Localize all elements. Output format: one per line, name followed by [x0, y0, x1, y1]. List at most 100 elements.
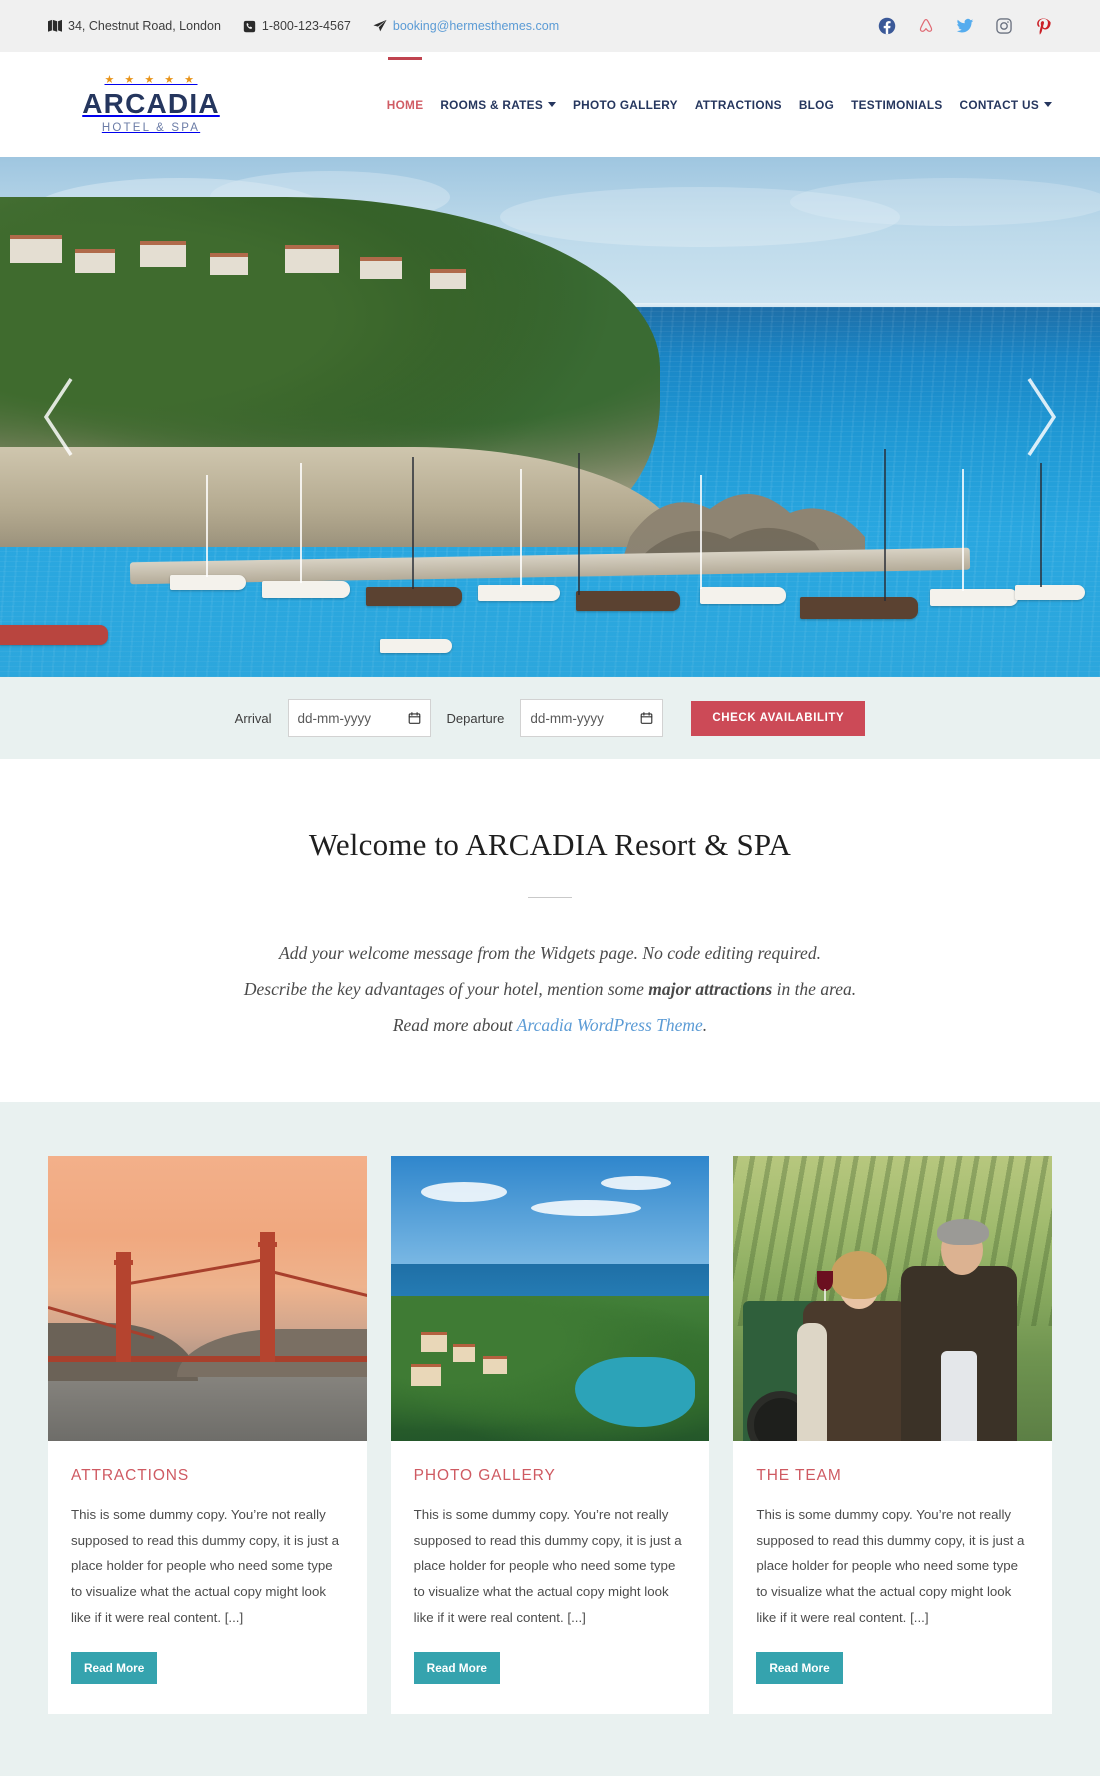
pinterest-icon[interactable] [1034, 17, 1052, 35]
nav-item-blog[interactable]: BLOG [799, 98, 834, 112]
arrival-label: Arrival [234, 710, 272, 726]
email-link[interactable]: booking@hermesthemes.com [393, 19, 559, 33]
social-links [878, 17, 1052, 35]
departure-date-input[interactable]: dd-mm-yyyy [520, 699, 664, 737]
nav-item-testimonials[interactable]: TESTIMONIALS [851, 98, 942, 112]
hero-boat [478, 585, 560, 601]
bridge-cable [117, 1257, 266, 1287]
departure-label: Departure [446, 710, 505, 726]
hero-mast [520, 469, 522, 587]
feature-card-the-team[interactable]: THE TEAM This is some dummy copy. You’re… [733, 1155, 1053, 1715]
card-title-attractions: ATTRACTIONS [71, 1466, 190, 1484]
welcome-line-3: Read more about Arcadia WordPress Theme. [0, 1008, 1100, 1044]
hero-boat [0, 625, 108, 645]
woman-hair [831, 1250, 888, 1299]
hero-boat [262, 581, 350, 598]
theme-link[interactable]: Arcadia WordPress Theme [517, 1015, 703, 1035]
card-image-the-team[interactable] [733, 1155, 1053, 1441]
hero-mast [962, 469, 964, 591]
hero-mast [578, 453, 580, 595]
wine-glass [817, 1270, 834, 1291]
send-icon [373, 19, 387, 33]
card-text-photo-gallery: This is some dummy copy. You’re not real… [413, 1506, 682, 1626]
instagram-icon[interactable] [995, 17, 1013, 35]
map-icon [48, 19, 62, 33]
welcome-line-3-suffix: . [702, 1014, 708, 1035]
coast-house [420, 1331, 447, 1352]
welcome-line-2-prefix: Describe the key advantages of your hote… [243, 978, 649, 999]
feature-card-attractions[interactable]: ATTRACTIONS This is some dummy copy. You… [48, 1155, 367, 1715]
card-body-photo-gallery: PHOTO GALLERY This is some dummy copy. Y… [391, 1441, 710, 1715]
man-shirt [941, 1350, 978, 1441]
woman-sleeve [797, 1322, 828, 1441]
read-more-button-photo-gallery[interactable]: Read More [413, 1652, 500, 1685]
calendar-icon[interactable] [408, 711, 421, 725]
logo-tagline: HOTEL & SPA [101, 122, 201, 135]
read-more-button-the-team[interactable]: Read More [756, 1652, 843, 1685]
twitter-icon[interactable] [956, 17, 974, 35]
airbnb-icon[interactable] [917, 17, 935, 35]
welcome-section: Welcome to ARCADIA Resort & SPA Add your… [0, 759, 1100, 1102]
person-man [901, 1201, 1021, 1441]
nav-label-photo-gallery: PHOTO GALLERY [573, 97, 678, 112]
bridge-cable [262, 1267, 367, 1303]
main-navigation: HOME ROOMS & RATES PHOTO GALLERY ATTRACT… [386, 56, 1052, 112]
person-woman [797, 1236, 917, 1441]
bridge-tower [260, 1231, 275, 1362]
hero-boat [576, 591, 680, 611]
wine-glass-stem [824, 1288, 827, 1301]
coast-cloud [420, 1181, 507, 1202]
nav-label-rooms-and-rates: ROOMS & RATES [440, 97, 544, 112]
hero-mast [206, 475, 208, 577]
card-image-photo-gallery[interactable] [390, 1155, 710, 1441]
facebook-icon[interactable] [878, 17, 896, 35]
hero-mast [412, 457, 414, 589]
card-image-attractions[interactable] [48, 1155, 367, 1441]
calendar-icon[interactable] [640, 711, 653, 725]
card-text-the-team: This is some dummy copy. You’re not real… [756, 1506, 1025, 1626]
hero-boat [700, 587, 786, 604]
hero-building [10, 235, 62, 263]
phone-icon [243, 20, 256, 33]
hero-prev-arrow[interactable] [38, 373, 84, 461]
hero-building [430, 269, 466, 289]
feature-cards: ATTRACTIONS This is some dummy copy. You… [0, 1155, 1100, 1715]
hero-building [285, 245, 339, 273]
hero-boat [800, 597, 918, 619]
nav-label-home: HOME [386, 97, 424, 112]
nav-item-rooms-and-rates[interactable]: ROOMS & RATES [440, 97, 557, 112]
nav-item-attractions[interactable]: ATTRACTIONS [695, 98, 782, 112]
bridge-tower [258, 1241, 277, 1247]
hero-slider[interactable] [0, 157, 1100, 677]
coast-house [482, 1355, 507, 1374]
site-logo[interactable]: ★ ★ ★ ★ ★ ARCADIA HOTEL & SPA [48, 73, 248, 135]
nav-item-home[interactable]: HOME [386, 56, 424, 112]
hero-next-arrow[interactable] [1016, 373, 1062, 461]
hero-boat [930, 589, 1018, 606]
read-more-button-attractions[interactable]: Read More [71, 1652, 158, 1685]
site-header: ★ ★ ★ ★ ★ ARCADIA HOTEL & SPA HOME ROOMS… [0, 52, 1100, 157]
hero-building [360, 257, 402, 279]
hero-boat [1015, 585, 1085, 600]
feature-card-photo-gallery[interactable]: PHOTO GALLERY This is some dummy copy. Y… [390, 1155, 710, 1715]
top-contact-items: 34, Chestnut Road, London 1-800-123-4567… [48, 19, 878, 33]
arrival-date-input[interactable]: dd-mm-yyyy [287, 699, 431, 737]
bridge-deck [48, 1355, 367, 1362]
hero-mast [1040, 463, 1042, 587]
nav-label-blog: BLOG [798, 97, 835, 112]
phone-item: 1-800-123-4567 [243, 19, 351, 33]
card-title-photo-gallery: PHOTO GALLERY [413, 1466, 556, 1484]
bridge-tower [116, 1251, 131, 1362]
email-item[interactable]: booking@hermesthemes.com [373, 19, 559, 33]
top-contact-bar: 34, Chestnut Road, London 1-800-123-4567… [0, 0, 1100, 52]
nav-item-contact-us[interactable]: CONTACT US [960, 98, 1052, 112]
nav-label-contact-us: CONTACT US [959, 97, 1039, 112]
logo-name: ARCADIA [82, 87, 220, 119]
hero-building [75, 249, 115, 273]
check-availability-button[interactable]: CHECK AVAILABILITY [691, 700, 866, 736]
booking-bar: Arrival dd-mm-yyyy Departure dd-mm-yyyy … [0, 677, 1100, 759]
nav-item-photo-gallery[interactable]: PHOTO GALLERY [573, 98, 678, 112]
welcome-line-3-prefix: Read more about [392, 1014, 517, 1035]
logo-stars: ★ ★ ★ ★ ★ [104, 73, 198, 86]
man-hair [937, 1218, 990, 1245]
